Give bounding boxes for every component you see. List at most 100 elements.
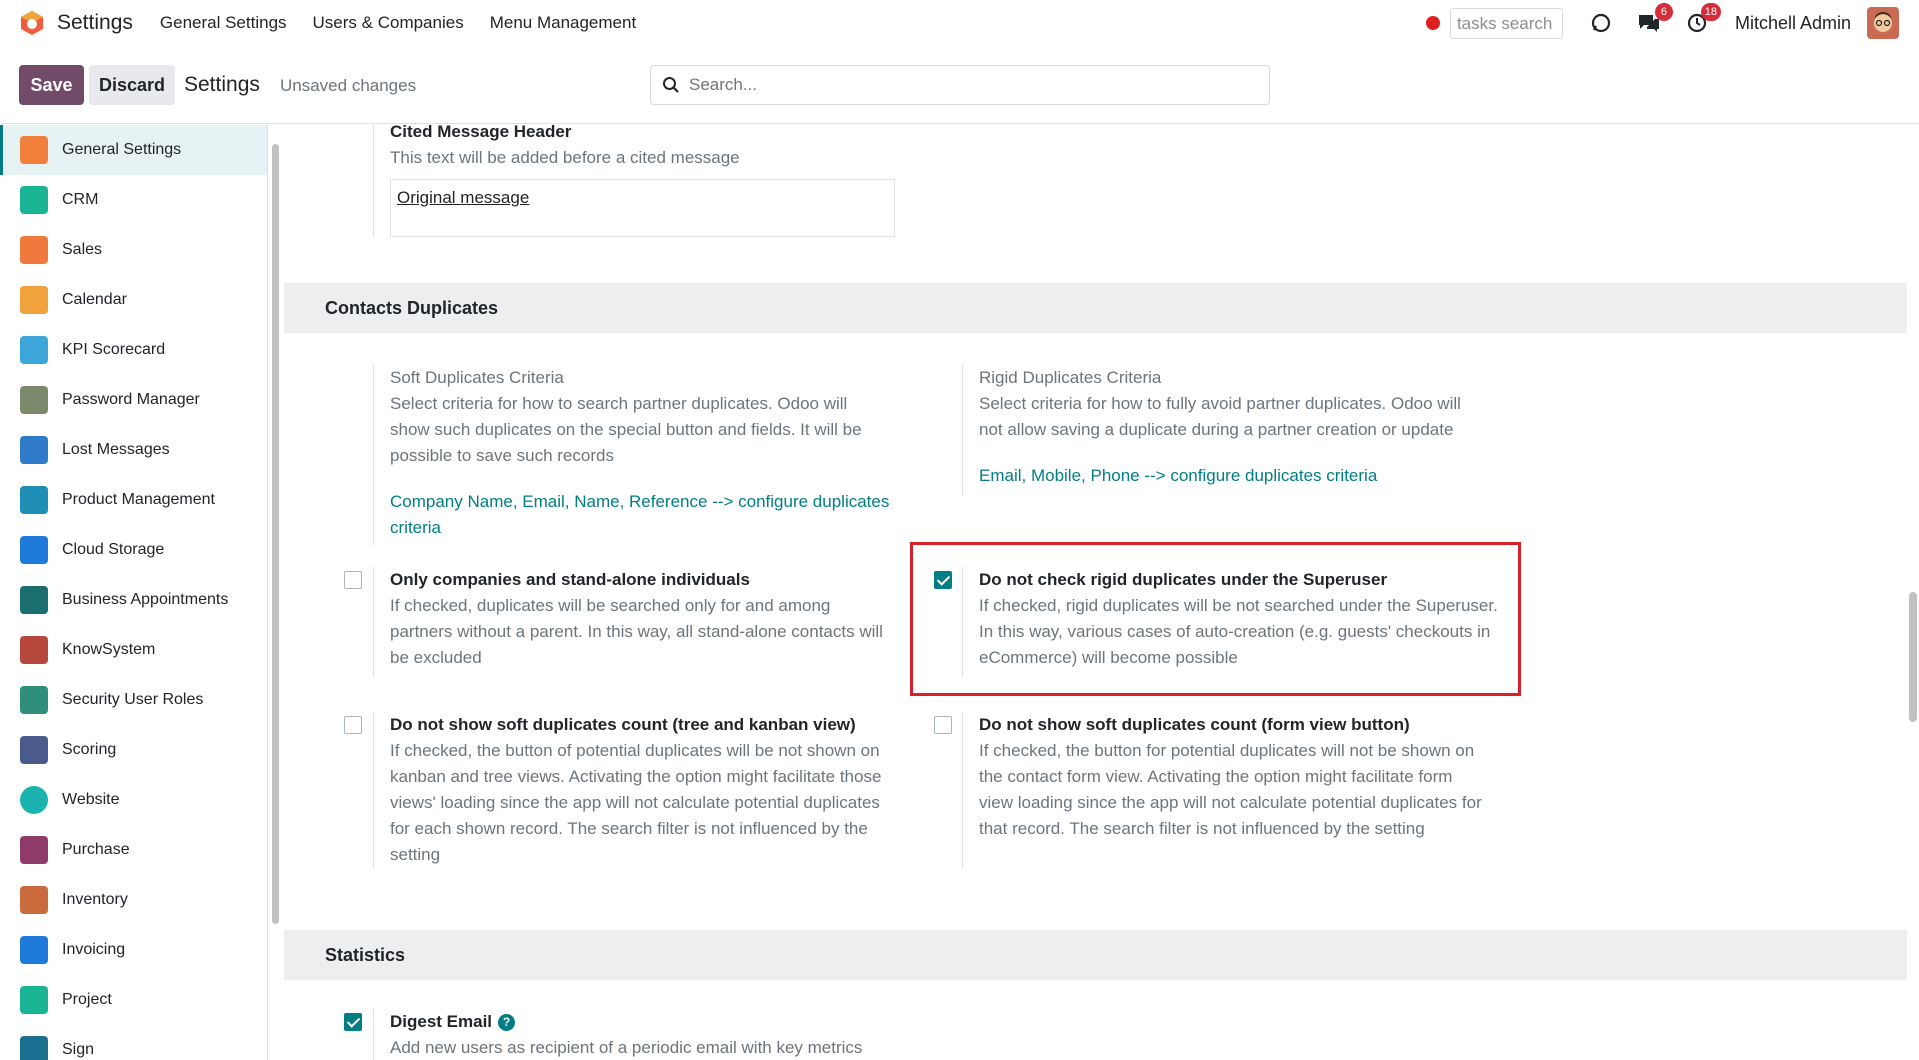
app-title[interactable]: Settings [57, 11, 133, 35]
setting-divider [962, 365, 963, 495]
sidebar-item-label: Calendar [62, 291, 127, 308]
soft-form-desc: If checked, the button for potential dup… [979, 741, 1482, 838]
sidebar-item-label: Purchase [62, 841, 130, 858]
only-companies-label[interactable]: Only companies and stand-alone individua… [390, 567, 890, 593]
sidebar-item-label: Business Appointments [62, 591, 229, 608]
section-statistics: Statistics [284, 930, 1907, 980]
sidebar-item-crm[interactable]: CRM [0, 175, 267, 225]
soft-tree-desc: If checked, the button of potential dupl… [390, 741, 882, 864]
search-icon [663, 77, 679, 93]
sidebar-item-label: Sales [62, 241, 103, 258]
sidebar-item-label: Inventory [62, 891, 128, 908]
sidebar-item-label: Password Manager [62, 391, 200, 408]
discard-button[interactable]: Discard [89, 65, 175, 105]
menu-users-companies[interactable]: Users & Companies [313, 13, 464, 33]
help-question-icon[interactable]: ? [498, 1014, 516, 1031]
soft-form-label[interactable]: Do not show soft duplicates count (form … [979, 712, 1489, 738]
settings-content: Cited Message Header This text will be a… [284, 125, 1907, 1060]
sidebar-item-label: Project [62, 991, 112, 1008]
sidebar-item-purchase[interactable]: Purchase [0, 825, 267, 875]
sidebar-item-password-manager[interactable]: Password Manager [0, 375, 267, 425]
setting-divider [373, 712, 374, 868]
sidebar-item-label: KnowSystem [62, 641, 156, 658]
sidebar-item-label: KPI Scorecard [62, 341, 166, 358]
sidebar-scrollbar[interactable] [270, 128, 280, 1060]
sidebar-item-sales[interactable]: Sales [0, 225, 267, 275]
sidebar-item-invoicing[interactable]: Invoicing [0, 925, 267, 975]
rigid-criteria-link[interactable]: Email, Mobile, Phone --> configure dupli… [979, 463, 1489, 489]
odoo-logo-icon[interactable] [19, 10, 45, 36]
soft-tree-label[interactable]: Do not show soft duplicates count (tree … [390, 712, 900, 738]
invoicing-icon [20, 936, 48, 964]
search-input[interactable] [689, 75, 1239, 95]
sidebar-item-label: Invoicing [62, 941, 126, 958]
general-settings-icon [20, 136, 48, 164]
sidebar-item-label: Lost Messages [62, 441, 170, 458]
sidebar-item-label: Cloud Storage [62, 541, 165, 558]
sidebar-item-label: Security User Roles [62, 691, 204, 708]
product-management-icon [20, 486, 48, 514]
sidebar-item-general-settings[interactable]: General Settings [0, 125, 267, 175]
sidebar-item-knowsystem[interactable]: KnowSystem [0, 625, 267, 675]
digest-email-label[interactable]: Digest Email [390, 1012, 492, 1031]
business-appointments-icon [20, 586, 48, 614]
sidebar-item-sign[interactable]: Sign [0, 1025, 267, 1060]
sidebar-item-lost-messages[interactable]: Lost Messages [0, 425, 267, 475]
user-name[interactable]: Mitchell Admin [1735, 13, 1851, 34]
sales-icon [20, 236, 48, 264]
settings-search[interactable] [650, 65, 1270, 105]
sidebar-scroll-thumb[interactable] [272, 144, 279, 924]
soft-criteria-link[interactable]: Company Name, Email, Name, Reference -->… [390, 489, 890, 541]
sidebar-item-label: General Settings [62, 141, 182, 158]
user-avatar[interactable] [1867, 7, 1899, 39]
scoring-icon [20, 736, 48, 764]
cited-message-value[interactable]: Original message [397, 188, 529, 208]
activities-clock-icon[interactable]: 18 [1683, 3, 1721, 37]
settings-sidebar: General Settings CRM Sales Calendar KPI … [0, 125, 268, 1060]
cloud-storage-icon [20, 536, 48, 564]
sidebar-item-inventory[interactable]: Inventory [0, 875, 267, 925]
soft-form-checkbox[interactable] [934, 716, 952, 734]
setting-divider [373, 125, 374, 237]
sidebar-item-label: Product Management [62, 491, 215, 508]
highlight-box [910, 542, 1521, 696]
sidebar-item-security-user-roles[interactable]: Security User Roles [0, 675, 267, 725]
content-scroll-thumb[interactable] [1909, 592, 1917, 722]
website-icon [20, 786, 48, 814]
sidebar-item-kpi-scorecard[interactable]: KPI Scorecard [0, 325, 267, 375]
crm-icon [20, 186, 48, 214]
menu-general-settings[interactable]: General Settings [160, 13, 287, 33]
sidebar-item-business-appointments[interactable]: Business Appointments [0, 575, 267, 625]
soft-tree-checkbox[interactable] [344, 716, 362, 734]
cited-message-field[interactable]: Original message [390, 179, 895, 237]
discuss-icon[interactable] [1587, 9, 1615, 37]
setting-divider [373, 567, 374, 677]
sidebar-item-calendar[interactable]: Calendar [0, 275, 267, 325]
only-companies-desc: If checked, duplicates will be searched … [390, 596, 883, 667]
section-contacts-duplicates: Contacts Duplicates [284, 283, 1907, 333]
rigid-criteria-label: Rigid Duplicates Criteria [979, 368, 1162, 387]
digest-email-checkbox[interactable] [344, 1013, 362, 1031]
kpi-scorecard-icon [20, 336, 48, 364]
messages-icon[interactable]: 6 [1635, 3, 1673, 37]
control-panel: Save Discard Settings Unsaved changes [0, 46, 1919, 124]
purchase-icon [20, 836, 48, 864]
systray: tasks search 6 18 Mitchell Admin [1425, 0, 1919, 46]
only-companies-checkbox[interactable] [344, 571, 362, 589]
tasks-search-input[interactable]: tasks search [1449, 7, 1563, 39]
knowsystem-icon [20, 636, 48, 664]
record-indicator-icon[interactable] [1425, 16, 1440, 30]
sidebar-item-cloud-storage[interactable]: Cloud Storage [0, 525, 267, 575]
top-menu: General Settings Users & Companies Menu … [151, 13, 653, 33]
sidebar-item-product-management[interactable]: Product Management [0, 475, 267, 525]
soft-criteria-label: Soft Duplicates Criteria [390, 368, 564, 387]
sidebar-item-project[interactable]: Project [0, 975, 267, 1025]
rigid-criteria-desc: Select criteria for how to fully avoid p… [979, 394, 1461, 439]
sidebar-item-label: Website [62, 791, 120, 808]
content-scrollbar[interactable] [1907, 125, 1919, 1060]
menu-menu-management[interactable]: Menu Management [490, 13, 636, 33]
sidebar-item-website[interactable]: Website [0, 775, 267, 825]
save-button[interactable]: Save [19, 65, 84, 105]
sidebar-item-scoring[interactable]: Scoring [0, 725, 267, 775]
sidebar-item-label: CRM [62, 191, 99, 208]
